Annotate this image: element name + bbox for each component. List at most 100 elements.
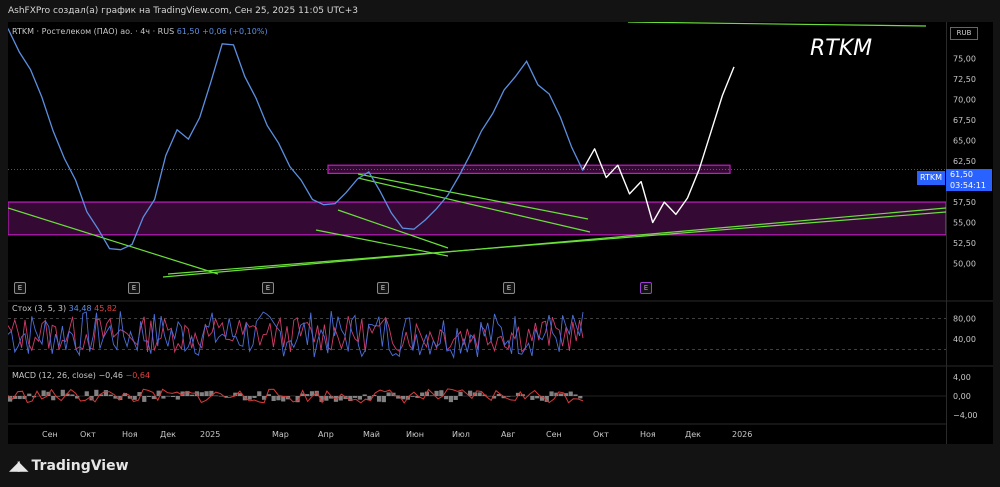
time-tick-label: Дек [160, 430, 176, 439]
macd-histogram-bar [381, 396, 386, 403]
price-tick-label: 50,00 [953, 260, 976, 269]
macd-histogram-bar [190, 394, 195, 396]
price-tick-label: 70,00 [953, 96, 976, 105]
price-tick-label: 52,50 [953, 239, 976, 248]
time-tick-label: 2025 [200, 430, 220, 439]
trendline [627, 22, 927, 27]
chart-caption-bar: AshFXPro создал(а) график на TradingView… [0, 0, 1000, 22]
macd-legend[interactable]: MACD (12, 26, close) −0,46 −0,64 [12, 371, 150, 380]
tradingview-logo-text: TradingView [31, 458, 129, 474]
macd-histogram-bar [204, 391, 209, 396]
macd-histogram-bar [60, 389, 65, 396]
support-zone [8, 201, 946, 236]
last-price-label: 61,50 03:54:11 [946, 169, 992, 191]
macd-histogram-bar [578, 396, 583, 399]
macd-histogram-bar [568, 391, 573, 396]
macd-histogram-bar [530, 396, 535, 400]
macd-histogram-bar [477, 392, 482, 396]
chart-pane[interactable]: Сен Окт Ноя Дек 2025 Мар Апр Май Июн Июл Авг Сен Окт… [8, 22, 946, 444]
macd-histogram-bar [94, 389, 99, 396]
time-tick-label: Мар [272, 430, 289, 439]
time-tick-label: Май [363, 430, 380, 439]
price-scale[interactable]: 75,00 72,50 70,00 67,50 65,00 62,50 57,50 55,00… [946, 22, 993, 444]
macd-histogram-bar [559, 393, 564, 396]
macd-histogram-bar [108, 394, 113, 396]
macd-histogram-bar [357, 396, 362, 400]
macd-histogram-bar [51, 396, 56, 401]
time-tick-label: Сен [42, 430, 58, 439]
stoch-tick-label: 80,00 [953, 314, 976, 323]
time-tick-label: 2026 [732, 430, 752, 439]
time-tick-label: Дек [685, 430, 701, 439]
macd-histogram-bar [444, 396, 449, 400]
macd-histogram-bar [252, 396, 257, 398]
bar-countdown: 03:54:11 [950, 181, 986, 190]
symbol-price: 61,50 [176, 27, 200, 36]
macd-histogram-bar [103, 390, 109, 396]
time-tick-label: Июл [452, 430, 470, 439]
macd-histogram-bar [84, 391, 89, 396]
price-tick-label: 62,50 [953, 157, 976, 166]
macd-name: MACD (12, 26, close) [12, 371, 96, 380]
macd-histogram-bar [448, 396, 454, 403]
macd-histogram-bar [573, 394, 578, 396]
macd-histogram-bar [70, 394, 75, 396]
macd-histogram-bar [353, 396, 358, 398]
price-tick-label: 57,50 [953, 198, 976, 207]
stoch-legend[interactable]: Стох (3, 5, 3) 34,48 45,82 [12, 304, 117, 313]
macd-histogram-bar [410, 396, 415, 397]
price-tick-label: 75,00 [953, 55, 976, 64]
macd-histogram-bar [146, 396, 152, 397]
macd-histogram-bar [458, 391, 463, 396]
macd-value: −0,46 [98, 371, 123, 380]
macd-histogram-bar [170, 396, 176, 398]
earnings-marker[interactable]: E [503, 282, 515, 294]
macd-histogram-bar [453, 396, 458, 400]
time-tick-label: Авг [501, 430, 515, 439]
macd-histogram-bar [386, 392, 391, 396]
macd-histogram-bar [439, 390, 444, 396]
macd-histogram-bar [142, 396, 147, 402]
dividend-marker[interactable]: E [640, 282, 652, 294]
macd-tick-label: 4,00 [953, 373, 971, 382]
earnings-marker[interactable]: E [262, 282, 274, 294]
macd-histogram-bar [420, 392, 425, 396]
price-scale-svg: 75,00 72,50 70,00 67,50 65,00 62,50 57,50 55,00… [947, 55, 993, 420]
time-tick-label: Июн [406, 430, 424, 439]
price-tick-label: 65,00 [953, 137, 976, 146]
stoch-tick-label: 40,00 [953, 335, 976, 344]
macd-histogram-bar [27, 393, 32, 396]
macd-histogram-bar [17, 396, 22, 400]
time-tick-label: Ноя [122, 430, 138, 439]
currency-button[interactable]: RUB [950, 27, 978, 40]
time-tick-label: Апр [318, 430, 334, 439]
stoch-name: Стох (3, 5, 3) [12, 304, 67, 313]
macd-histogram-bar [429, 395, 434, 396]
symbol-change: +0,06 (+0,10%) [202, 27, 268, 36]
tradingview-logo-icon: ◢◣ [9, 458, 28, 474]
macd-histogram-bar [362, 394, 367, 396]
macd-histogram-bar [175, 396, 180, 400]
macd-tick-label: 0,00 [953, 392, 971, 401]
macd-histogram-bar [276, 396, 281, 401]
macd-histogram-bar [549, 391, 554, 396]
symbol-price-tag: RTKM [917, 171, 945, 185]
macd-histogram-bar [199, 392, 204, 396]
macd-histogram-bar [247, 396, 252, 400]
earnings-marker[interactable]: E [377, 282, 389, 294]
earnings-marker[interactable]: E [14, 282, 26, 294]
main-chart-svg: Сен Окт Ноя Дек 2025 Мар Апр Май Июн Июл Авг Сен Окт… [8, 22, 946, 439]
projection-path [582, 66, 735, 224]
price-tick-label: 67,50 [953, 116, 976, 125]
macd-tick-label: −4,00 [953, 411, 978, 420]
tradingview-logo[interactable]: ◢◣ TradingView [9, 458, 129, 474]
time-tick-label: Окт [593, 430, 609, 439]
stoch-k-value: 34,48 [68, 304, 92, 313]
price-tick-label: 72,50 [953, 75, 976, 84]
last-price-value: 61,50 [950, 170, 973, 179]
time-tick-label: Сен [546, 430, 562, 439]
price-tick-label: 55,00 [953, 219, 976, 228]
earnings-marker[interactable]: E [128, 282, 140, 294]
symbol-ticker: RTKM · Ростелеком (ПАО) ао. · 4ч · RUS [12, 27, 175, 36]
symbol-legend[interactable]: RTKM · Ростелеком (ПАО) ао. · 4ч · RUS 6… [12, 27, 268, 36]
